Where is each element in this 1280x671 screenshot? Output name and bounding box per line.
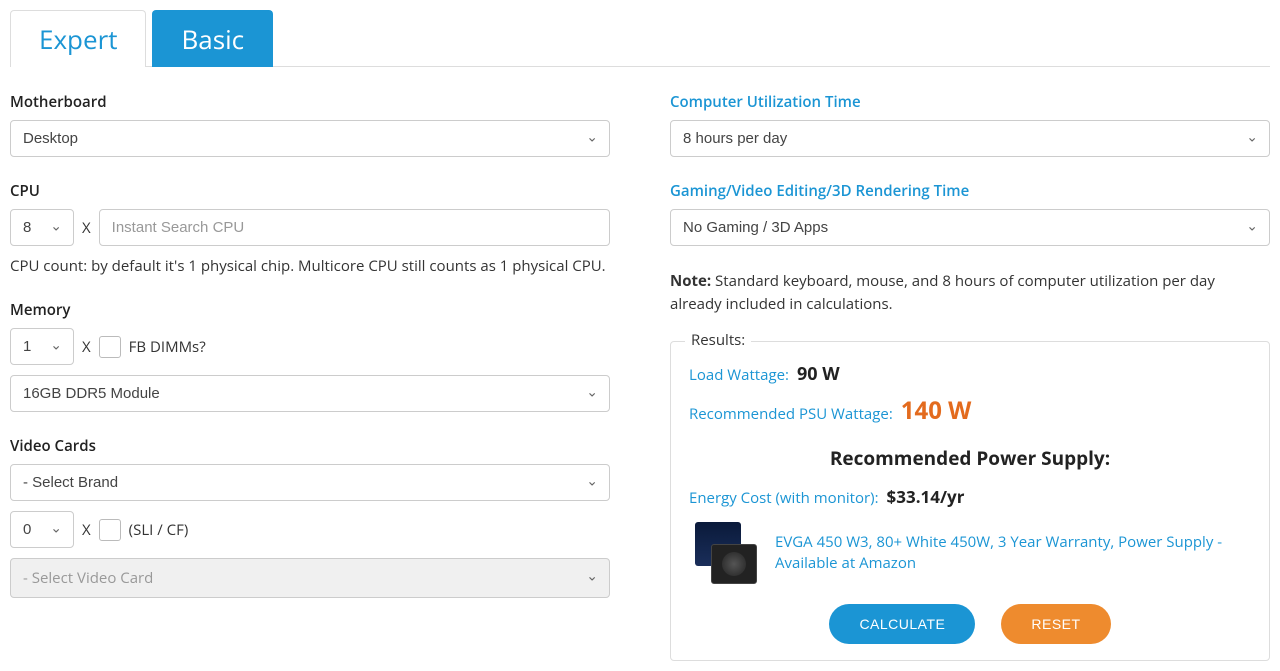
load-wattage-value: 90 W bbox=[797, 362, 840, 386]
gaming-group: Gaming/Video Editing/3D Rendering Time N… bbox=[670, 181, 1270, 246]
tab-bar: Expert Basic bbox=[10, 10, 1270, 67]
reset-button[interactable]: RESET bbox=[1001, 604, 1110, 644]
recommended-product: EVGA 450 W3, 80+ White 450W, 3 Year Warr… bbox=[689, 522, 1251, 584]
video-card-select[interactable]: - Select Video Card bbox=[10, 558, 610, 598]
energy-cost-value: $33.14/yr bbox=[887, 485, 965, 508]
memory-module-select[interactable]: 16GB DDR5 Module bbox=[10, 375, 610, 412]
psu-image-icon bbox=[689, 522, 761, 584]
cpu-count-select[interactable]: 8 bbox=[10, 209, 74, 246]
utilization-label: Computer Utilization Time bbox=[670, 92, 1270, 112]
video-multiply-x: X bbox=[82, 520, 91, 540]
sli-cf-label: (SLI / CF) bbox=[129, 520, 189, 540]
psu-wattage-label: Recommended PSU Wattage: bbox=[689, 404, 893, 424]
sli-cf-checkbox[interactable] bbox=[99, 519, 121, 541]
load-wattage-label: Load Wattage: bbox=[689, 365, 789, 385]
video-cards-label: Video Cards bbox=[10, 436, 610, 456]
energy-cost-label: Energy Cost (with monitor): bbox=[689, 488, 879, 508]
motherboard-group: Motherboard Desktop bbox=[10, 92, 610, 157]
psu-wattage-value: 140 W bbox=[901, 394, 972, 427]
product-link[interactable]: EVGA 450 W3, 80+ White 450W, 3 Year Warr… bbox=[775, 532, 1251, 574]
calculate-button[interactable]: CALCULATE bbox=[829, 604, 975, 644]
utilization-select[interactable]: 8 hours per day bbox=[670, 120, 1270, 157]
utilization-group: Computer Utilization Time 8 hours per da… bbox=[670, 92, 1270, 157]
fb-dimms-label: FB DIMMs? bbox=[129, 337, 206, 357]
cpu-hint: CPU count: by default it's 1 physical ch… bbox=[10, 256, 610, 276]
recommended-title: Recommended Power Supply: bbox=[689, 445, 1251, 471]
gaming-select[interactable]: No Gaming / 3D Apps bbox=[670, 209, 1270, 246]
memory-group: Memory 1 X FB DIMMs? 16GB DDR5 Module bbox=[10, 300, 610, 412]
left-column: Motherboard Desktop CPU 8 X CPU count: b… bbox=[10, 92, 610, 661]
motherboard-select[interactable]: Desktop bbox=[10, 120, 610, 157]
note-bold: Note: bbox=[670, 271, 711, 291]
note-block: Note: Standard keyboard, mouse, and 8 ho… bbox=[670, 270, 1270, 315]
video-count-select[interactable]: 0 bbox=[10, 511, 74, 548]
video-cards-group: Video Cards - Select Brand 0 X (SLI / CF… bbox=[10, 436, 610, 598]
results-panel: Results: Load Wattage: 90 W Recommended … bbox=[670, 341, 1270, 661]
note-text: Standard keyboard, mouse, and 8 hours of… bbox=[670, 271, 1215, 314]
right-column: Computer Utilization Time 8 hours per da… bbox=[670, 92, 1270, 661]
video-brand-select[interactable]: - Select Brand bbox=[10, 464, 610, 501]
fb-dimms-checkbox[interactable] bbox=[99, 336, 121, 358]
memory-count-select[interactable]: 1 bbox=[10, 328, 74, 365]
cpu-search-input[interactable] bbox=[99, 209, 610, 246]
gaming-label: Gaming/Video Editing/3D Rendering Time bbox=[670, 181, 1270, 201]
results-legend: Results: bbox=[685, 330, 751, 350]
cpu-multiply-x: X bbox=[82, 218, 91, 238]
motherboard-label: Motherboard bbox=[10, 92, 610, 112]
memory-multiply-x: X bbox=[82, 337, 91, 357]
tab-expert[interactable]: Expert bbox=[10, 10, 146, 67]
cpu-label: CPU bbox=[10, 181, 610, 201]
cpu-group: CPU 8 X CPU count: by default it's 1 phy… bbox=[10, 181, 610, 276]
memory-label: Memory bbox=[10, 300, 610, 320]
tab-basic[interactable]: Basic bbox=[152, 10, 273, 67]
